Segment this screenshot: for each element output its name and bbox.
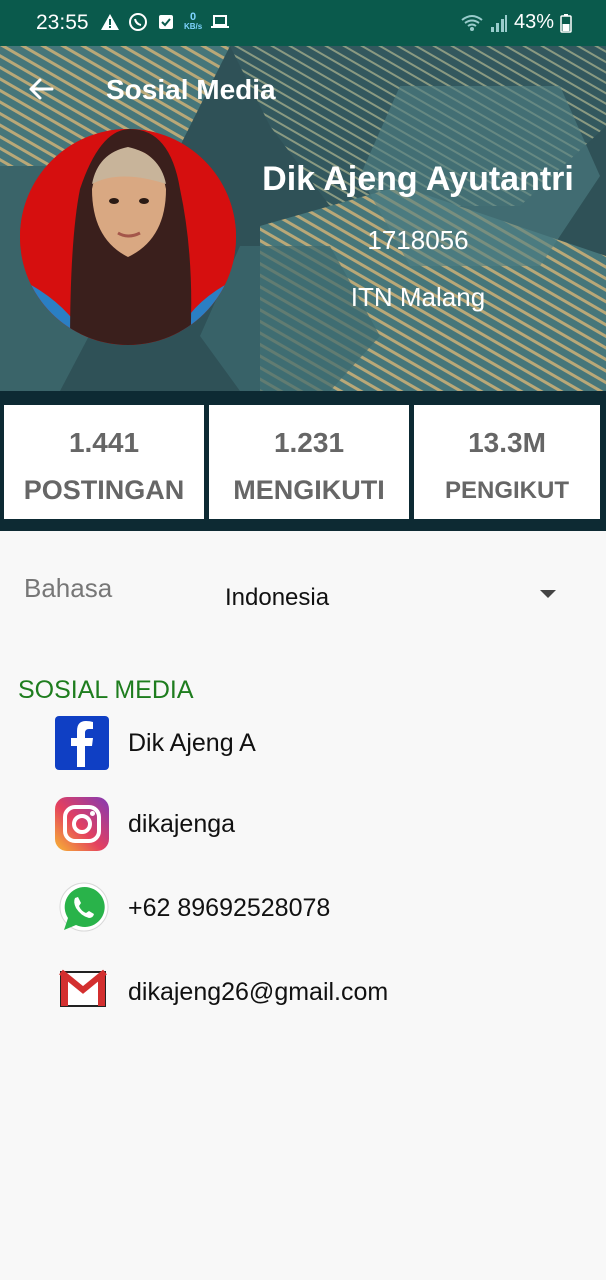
wifi-icon bbox=[461, 14, 483, 31]
status-bar: 23:55 0 KB/s 43% bbox=[0, 0, 606, 46]
whatsapp-status-icon bbox=[129, 13, 147, 31]
social-item-instagram[interactable]: dikajenga bbox=[54, 796, 235, 852]
laptop-icon bbox=[211, 15, 230, 28]
profile-avatar[interactable] bbox=[20, 129, 236, 345]
battery-percent: 43% bbox=[513, 11, 554, 33]
status-notification-icons: 0 KB/s bbox=[100, 12, 230, 32]
profile-nim: 1718056 bbox=[367, 225, 469, 255]
facebook-icon bbox=[55, 716, 109, 770]
profile-name: Dik Ajeng Ayutantri bbox=[262, 160, 574, 198]
whatsapp-icon bbox=[59, 882, 109, 932]
stat-following-label: MENGIKUTI bbox=[233, 475, 385, 505]
page-title: Sosial Media bbox=[106, 74, 276, 105]
gmail-icon bbox=[59, 969, 107, 1007]
network-speed: 0 KB/s bbox=[184, 11, 203, 32]
social-item-whatsapp[interactable]: +62 89692528078 bbox=[54, 880, 330, 936]
status-time: 23:55 bbox=[36, 11, 89, 34]
instagram-icon bbox=[55, 797, 109, 851]
stat-followers[interactable]: 13.3M PENGIKUT bbox=[414, 405, 600, 519]
network-speed-value: 0 bbox=[190, 11, 197, 23]
dropdown-arrow-icon[interactable] bbox=[540, 590, 556, 598]
social-item-gmail[interactable]: dikajeng26@gmail.com bbox=[54, 964, 388, 1020]
warning-icon bbox=[101, 14, 119, 30]
back-arrow-icon[interactable] bbox=[26, 74, 56, 104]
stat-posts[interactable]: 1.441 POSTINGAN bbox=[4, 405, 204, 519]
stat-posts-label: POSTINGAN bbox=[23, 475, 185, 505]
battery-icon bbox=[560, 13, 572, 33]
language-select[interactable]: Indonesia bbox=[225, 584, 329, 612]
social-section-title: SOSIAL MEDIA bbox=[18, 676, 194, 704]
social-item-text: +62 89692528078 bbox=[128, 893, 331, 922]
social-item-text: dikajeng26@gmail.com bbox=[128, 977, 389, 1006]
social-item-text: dikajenga bbox=[128, 809, 236, 838]
social-item-facebook[interactable]: Dik Ajeng A bbox=[54, 715, 256, 771]
stat-following-value: 1.231 bbox=[273, 427, 345, 458]
avatar-portrait bbox=[20, 129, 236, 345]
checkbox-icon bbox=[159, 15, 173, 29]
social-item-text: Dik Ajeng A bbox=[128, 728, 256, 757]
language-label: Bahasa bbox=[24, 573, 113, 603]
stat-followers-label: PENGIKUT bbox=[444, 477, 569, 504]
status-right-icons: 43% bbox=[460, 11, 572, 34]
stat-followers-value: 13.3M bbox=[468, 427, 546, 458]
stat-posts-value: 1.441 bbox=[68, 427, 140, 458]
network-speed-unit: KB/s bbox=[184, 22, 203, 31]
profile-header: Sosial Media Dik Ajeng Ayutantri 1718056… bbox=[0, 46, 606, 391]
profile-campus: ITN Malang bbox=[350, 282, 486, 312]
stat-following[interactable]: 1.231 MENGIKUTI bbox=[209, 405, 409, 519]
stats-bar: 1.441 POSTINGAN 1.231 MENGIKUTI 13.3M PE… bbox=[0, 391, 606, 531]
signal-icon bbox=[490, 14, 507, 32]
